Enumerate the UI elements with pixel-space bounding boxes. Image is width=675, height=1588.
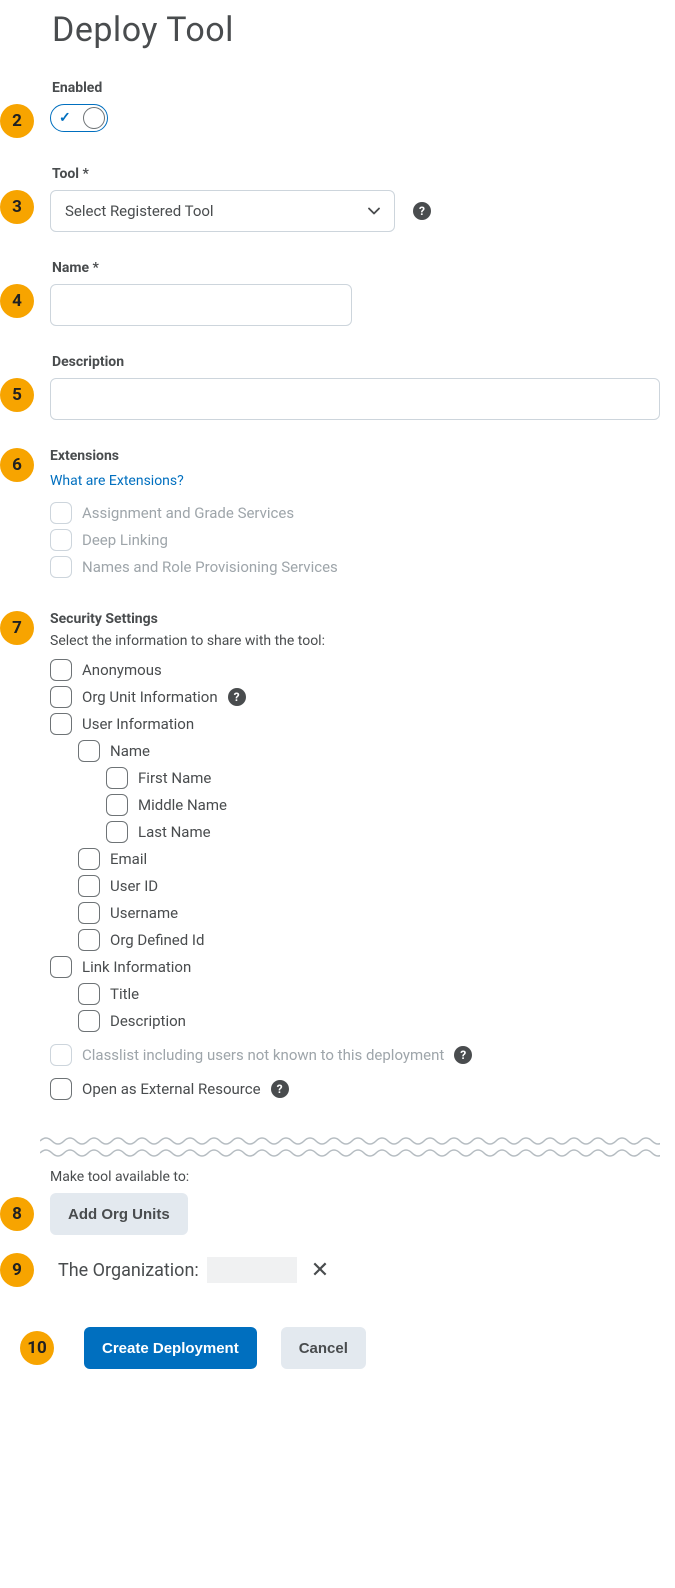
firstname-label: First Name: [138, 769, 211, 787]
anonymous-label: Anonymous: [82, 661, 162, 679]
ext-dl-label: Deep Linking: [82, 531, 168, 549]
classlist-checkbox: [50, 1044, 72, 1066]
step-badge-10: 10: [20, 1331, 54, 1365]
tool-label: Tool *: [52, 166, 675, 182]
middlename-label: Middle Name: [138, 796, 227, 814]
make-tool-label: Make tool available to:: [50, 1169, 675, 1185]
org-name-redacted: [207, 1257, 297, 1283]
description-label: Description: [52, 354, 675, 370]
userinfo-label: User Information: [82, 715, 194, 733]
linkdesc-checkbox[interactable]: [78, 1010, 100, 1032]
section-divider: [40, 1133, 675, 1161]
step-badge-2: 2: [0, 104, 34, 138]
lastname-checkbox[interactable]: [106, 821, 128, 843]
ext-nrps-label: Names and Role Provisioning Services: [82, 558, 338, 576]
orgdefined-label: Org Defined Id: [110, 931, 204, 949]
username-checkbox[interactable]: [78, 902, 100, 924]
firstname-checkbox[interactable]: [106, 767, 128, 789]
userid-checkbox[interactable]: [78, 875, 100, 897]
linktitle-checkbox[interactable]: [78, 983, 100, 1005]
ext-ags-checkbox: [50, 502, 72, 524]
org-label: The Organization:: [58, 1260, 199, 1281]
orgunit-checkbox[interactable]: [50, 686, 72, 708]
check-icon: ✓: [59, 110, 71, 126]
linkdesc-label: Description: [110, 1012, 186, 1030]
linkinfo-label: Link Information: [82, 958, 191, 976]
userid-label: User ID: [110, 877, 158, 895]
uname-label: Name: [110, 742, 150, 760]
page-title: Deploy Tool: [52, 10, 675, 50]
username-label: Username: [110, 904, 178, 922]
linkinfo-checkbox[interactable]: [50, 956, 72, 978]
create-deployment-button[interactable]: Create Deployment: [84, 1327, 257, 1369]
extensions-label: Extensions: [50, 448, 675, 464]
orgunit-help-icon[interactable]: ?: [228, 688, 246, 706]
tool-select-value: Select Registered Tool: [65, 202, 214, 220]
step-badge-4: 4: [0, 284, 34, 318]
openext-help-icon[interactable]: ?: [271, 1080, 289, 1098]
ext-dl-checkbox: [50, 529, 72, 551]
ext-ags-label: Assignment and Grade Services: [82, 504, 294, 522]
openext-checkbox[interactable]: [50, 1078, 72, 1100]
anonymous-checkbox[interactable]: [50, 659, 72, 681]
security-helper: Select the information to share with the…: [50, 633, 675, 649]
add-org-units-button[interactable]: Add Org Units: [50, 1193, 188, 1235]
orgunit-label: Org Unit Information: [82, 688, 218, 706]
chevron-down-icon: [368, 205, 380, 217]
ext-nrps-checkbox: [50, 556, 72, 578]
security-label: Security Settings: [50, 611, 675, 627]
linktitle-label: Title: [110, 985, 139, 1003]
step-badge-8: 8: [0, 1197, 34, 1231]
step-badge-5: 5: [0, 378, 34, 412]
step-badge-3: 3: [0, 190, 34, 224]
userinfo-checkbox[interactable]: [50, 713, 72, 735]
lastname-label: Last Name: [138, 823, 211, 841]
classlist-label: Classlist including users not known to t…: [82, 1046, 444, 1064]
classlist-help-icon[interactable]: ?: [454, 1046, 472, 1064]
description-input[interactable]: [50, 378, 660, 420]
email-label: Email: [110, 850, 147, 868]
email-checkbox[interactable]: [78, 848, 100, 870]
orgdefined-checkbox[interactable]: [78, 929, 100, 951]
openext-label: Open as External Resource: [82, 1080, 261, 1098]
tool-select[interactable]: Select Registered Tool: [50, 190, 395, 232]
name-input[interactable]: [50, 284, 352, 326]
step-badge-7: 7: [0, 611, 34, 645]
step-badge-9: 9: [0, 1253, 34, 1287]
toggle-knob: [83, 107, 105, 129]
remove-org-icon[interactable]: ✕: [311, 1258, 329, 1283]
uname-checkbox[interactable]: [78, 740, 100, 762]
enabled-toggle[interactable]: ✓: [50, 104, 108, 132]
step-badge-6: 6: [0, 448, 34, 482]
what-are-extensions-link[interactable]: What are Extensions?: [50, 473, 184, 489]
cancel-button[interactable]: Cancel: [281, 1327, 366, 1369]
middlename-checkbox[interactable]: [106, 794, 128, 816]
name-label: Name *: [52, 260, 675, 276]
enabled-label: Enabled: [52, 80, 675, 96]
tool-help-icon[interactable]: ?: [413, 202, 431, 220]
